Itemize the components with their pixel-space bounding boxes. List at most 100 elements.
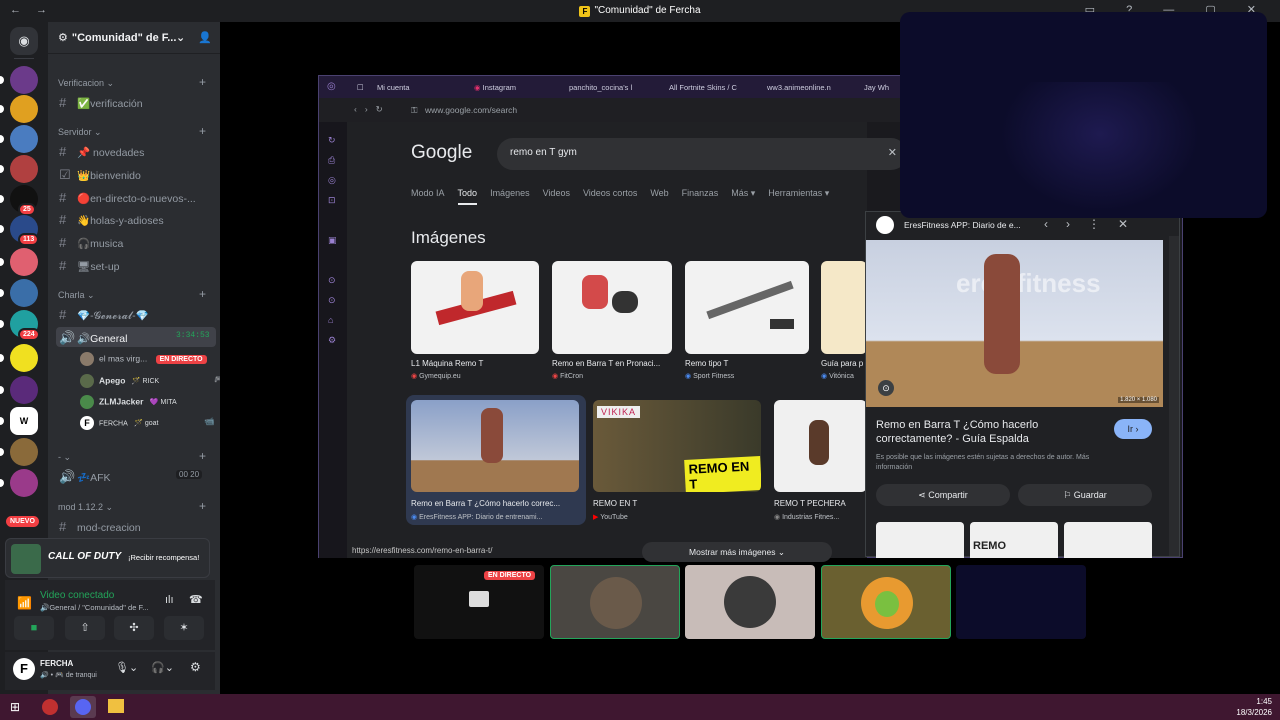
result-caption[interactable]: REMO T PECHERA xyxy=(774,499,867,508)
visit-button[interactable]: Ir › xyxy=(1114,419,1152,439)
image-result[interactable] xyxy=(552,261,672,354)
related-image[interactable]: REMO xyxy=(970,522,1058,558)
result-caption[interactable]: Remo en Barra T en Pronaci... xyxy=(552,359,672,368)
screen-share-button[interactable]: ⇧ xyxy=(65,616,105,640)
save-button[interactable]: ⚐ Guardar xyxy=(1018,484,1152,506)
channel-mod[interactable]: # mod-creacion xyxy=(56,516,216,536)
tab-herramientas[interactable]: Herramientas ▾ xyxy=(768,188,829,198)
camera-button[interactable]: ■ xyxy=(14,616,54,640)
lens-icon[interactable]: ⊙ xyxy=(878,380,894,396)
voice-user-2[interactable]: ZLMJacker 💜 MITA xyxy=(80,395,177,409)
add-channel-icon[interactable]: + xyxy=(199,124,206,138)
server-icon-brown[interactable] xyxy=(10,438,38,466)
server-icon-wiki[interactable]: W xyxy=(10,407,38,435)
category-servidor[interactable]: Servidor ⌄ + xyxy=(58,124,206,138)
tab-videos-cortos[interactable]: Videos cortos xyxy=(583,188,637,198)
clear-icon[interactable]: ✕ xyxy=(888,146,897,159)
panel-nav[interactable]: ‹›⋮✕ xyxy=(1044,217,1146,231)
server-icon-purple[interactable] xyxy=(10,376,38,404)
soundboard-button[interactable]: ✶ xyxy=(164,616,204,640)
panel-title[interactable]: Remo en Barra T ¿Cómo hacerlo correctame… xyxy=(876,418,1096,446)
result-caption[interactable]: Guía para p xyxy=(821,359,867,368)
image-result[interactable] xyxy=(411,400,579,492)
add-channel-icon[interactable]: + xyxy=(199,499,206,513)
clock[interactable]: 1:45 18/3/2026 xyxy=(1236,696,1272,718)
voice-user-1[interactable]: Apego 🪄 RICK🎮 xyxy=(80,374,225,388)
panel-scrollbar[interactable] xyxy=(1169,236,1179,556)
tab-2[interactable]: ◉ Instagram xyxy=(474,83,516,92)
nav-buttons[interactable]: ‹›↻ xyxy=(354,104,391,115)
channel-verificacion[interactable]: # ✅verificación xyxy=(56,92,216,112)
voice-channel-general[interactable]: 🔊 🔊General 3:34:53 xyxy=(56,327,216,347)
server-icon-character[interactable] xyxy=(10,125,38,153)
headphones-icon[interactable]: 🎧⌄ xyxy=(151,661,174,674)
result-caption[interactable]: REMO EN T xyxy=(593,499,761,508)
settings-icon[interactable]: ⚙ xyxy=(190,660,201,674)
related-image[interactable] xyxy=(1064,522,1152,558)
channel-general-text[interactable]: # 💎-𝓖𝓮𝓷𝓮𝓻𝓪𝓵-💎 xyxy=(56,304,216,324)
tab-5[interactable]: ww3.animeonline.n xyxy=(767,83,831,92)
tab-4[interactable]: All Fortnite Skins / C xyxy=(669,83,737,92)
claim-reward-button[interactable]: ¡Recibir recompensa! xyxy=(128,553,199,562)
result-caption[interactable]: Remo tipo T xyxy=(685,359,809,368)
server-icon-f-logo[interactable] xyxy=(10,344,38,372)
add-channel-icon[interactable]: + xyxy=(199,449,206,463)
channel-novedades[interactable]: # 📌 novedades xyxy=(56,141,216,161)
camera-feed[interactable] xyxy=(900,12,1267,218)
category-dash[interactable]: - ⌄ + xyxy=(58,449,206,463)
app-icon[interactable] xyxy=(42,699,58,715)
voice-channel-afk[interactable]: 🔊 💤AFK 00 20 xyxy=(56,466,216,486)
add-channel-icon[interactable]: + xyxy=(199,75,206,89)
channel-bienvenido[interactable]: ☑ 👑bienvenido xyxy=(56,164,216,184)
tab-imagenes[interactable]: Imágenes xyxy=(490,188,530,198)
tab-1[interactable]: Mi cuenta xyxy=(377,83,410,92)
tab-3[interactable]: panchito_cocina's l xyxy=(569,83,632,92)
share-button[interactable]: ⋖ Compartir xyxy=(876,484,1010,506)
google-logo[interactable]: Google xyxy=(411,142,472,164)
tab-0[interactable]: ☐ xyxy=(357,83,364,92)
result-caption[interactable]: Remo en Barra T ¿Cómo hacerlo correc... xyxy=(411,499,579,508)
promo-banner[interactable]: CALL OF DUTY ¡Recibir recompensa! xyxy=(5,538,210,578)
add-member-icon[interactable]: 👤 xyxy=(198,31,212,44)
server-icon-shield[interactable] xyxy=(10,279,38,307)
image-result[interactable] xyxy=(774,400,867,492)
channel-directo[interactable]: # 🔴en-directo-o-nuevos-... xyxy=(56,187,216,207)
activities-button[interactable]: ✣ xyxy=(114,616,154,640)
discord-task[interactable] xyxy=(70,696,96,718)
server-icon-anime[interactable] xyxy=(10,155,38,183)
participant-tile[interactable] xyxy=(956,565,1086,639)
add-channel-icon[interactable]: + xyxy=(199,287,206,301)
category-verificacion[interactable]: Verificacion ⌄ + xyxy=(58,75,206,89)
sidebar-icons[interactable]: ↻ ⎙ ◎ ⊡ ▣ ⊙ ⊙ ⌂ ⚙ xyxy=(328,130,337,350)
mic-icon[interactable]: 🎙⌄ xyxy=(115,661,138,674)
image-result[interactable] xyxy=(821,261,867,354)
server-icon-sunset[interactable] xyxy=(10,248,38,276)
category-charla[interactable]: Charla ⌄ + xyxy=(58,287,206,301)
search-input[interactable]: remo en T gym ✕ xyxy=(497,138,907,170)
channel-setup[interactable]: # 🖥set-up xyxy=(56,255,216,275)
disconnect-icon[interactable]: ☎ xyxy=(189,593,203,606)
category-mod[interactable]: mod 1.12.2 ⌄ + xyxy=(58,499,206,513)
panel-image[interactable]: eres fitness ⊙ 1.820 × 1.080 xyxy=(866,240,1163,407)
tab-web[interactable]: Web xyxy=(650,188,668,198)
show-more-button[interactable]: Mostrar más imágenes ⌄ xyxy=(642,542,832,562)
folder-icon[interactable] xyxy=(108,699,124,713)
image-result[interactable] xyxy=(411,261,539,354)
server-icon-simpsons[interactable] xyxy=(10,95,38,123)
tab-mas[interactable]: Más ▾ xyxy=(731,188,755,198)
tab-modo-ia[interactable]: Modo IA xyxy=(411,188,445,198)
windows-icon[interactable]: ⊞ xyxy=(10,700,20,714)
panel-source[interactable]: EresFitness APP: Diario de e... xyxy=(904,220,1021,230)
url-text[interactable]: www.google.com/search xyxy=(425,105,517,115)
channel-holas[interactable]: # 👋holas-y-adioses xyxy=(56,209,216,229)
avatar[interactable]: F xyxy=(13,658,35,680)
home-icon[interactable]: ◉ xyxy=(10,27,38,55)
result-caption[interactable]: L1 Máquina Remo T xyxy=(411,359,539,368)
participant-tile[interactable] xyxy=(685,565,815,639)
participant-tile[interactable] xyxy=(550,565,680,639)
tab-finanzas[interactable]: Finanzas xyxy=(682,188,719,198)
tab-todo[interactable]: Todo xyxy=(457,188,478,205)
stream-tile[interactable]: EN DIRECTO xyxy=(414,565,544,639)
participant-tile[interactable] xyxy=(821,565,951,639)
channel-musica[interactable]: # 🎧musica xyxy=(56,232,216,252)
